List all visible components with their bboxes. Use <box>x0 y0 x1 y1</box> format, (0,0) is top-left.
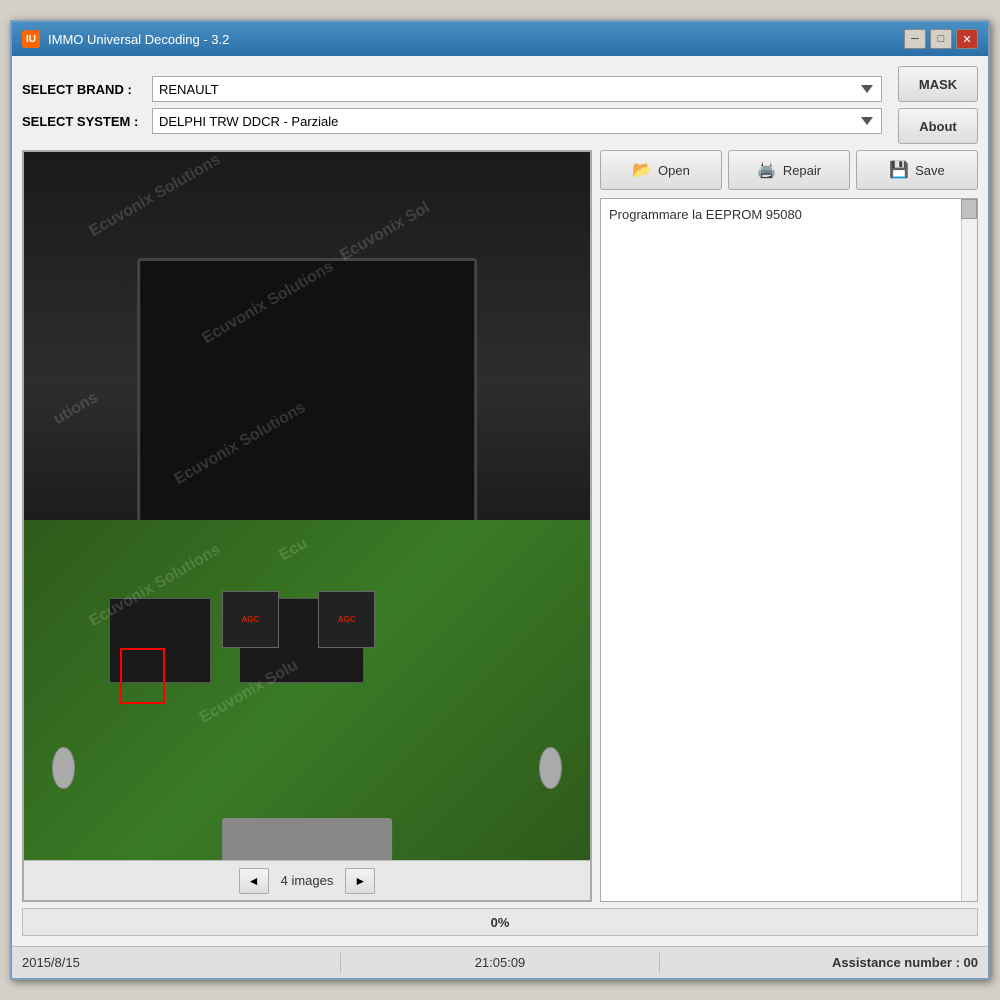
info-text: Programmare la EEPROM 95080 <box>609 207 802 222</box>
save-icon: 💾 <box>889 160 909 180</box>
content-area: SELECT BRAND : RENAULT SELECT SYSTEM : D… <box>12 56 988 946</box>
info-scrollbar[interactable] <box>961 199 977 901</box>
brand-label: SELECT BRAND : <box>22 82 142 97</box>
save-label: Save <box>915 163 945 178</box>
main-area: AGC AGC Ecuvonix Solutions Ecuvonix Solu… <box>22 150 978 902</box>
app-icon: IU <box>22 30 40 48</box>
about-button[interactable]: About <box>898 108 978 144</box>
close-button[interactable]: ✕ <box>956 29 978 49</box>
open-icon: 📂 <box>632 160 652 180</box>
repair-label: Repair <box>783 163 821 178</box>
open-button[interactable]: 📂 Open <box>600 150 722 190</box>
minimize-button[interactable]: ─ <box>904 29 926 49</box>
mask-button[interactable]: MASK <box>898 66 978 102</box>
select-rows: SELECT BRAND : RENAULT SELECT SYSTEM : D… <box>22 76 882 134</box>
brand-select-row: SELECT BRAND : RENAULT <box>22 76 882 102</box>
repair-icon: 🖨️ <box>757 160 777 180</box>
side-buttons: MASK About <box>898 66 978 144</box>
image-nav: ◄ 4 images ► <box>24 860 590 900</box>
action-buttons: 📂 Open 🖨️ Repair 💾 Save <box>600 150 978 190</box>
prev-image-button[interactable]: ◄ <box>239 868 269 894</box>
system-select-row: SELECT SYSTEM : DELPHI TRW DDCR - Parzia… <box>22 108 882 134</box>
image-panel: AGC AGC Ecuvonix Solutions Ecuvonix Solu… <box>22 150 592 902</box>
brand-dropdown[interactable]: RENAULT <box>152 76 882 102</box>
system-dropdown[interactable]: DELPHI TRW DDCR - Parziale <box>152 108 882 134</box>
title-bar: IU IMMO Universal Decoding - 3.2 ─ □ ✕ <box>12 22 988 56</box>
next-image-button[interactable]: ► <box>345 868 375 894</box>
right-panel: 📂 Open 🖨️ Repair 💾 Save Programmare la E… <box>600 150 978 902</box>
system-label: SELECT SYSTEM : <box>22 114 142 129</box>
repair-button[interactable]: 🖨️ Repair <box>728 150 850 190</box>
maximize-button[interactable]: □ <box>930 29 952 49</box>
save-button[interactable]: 💾 Save <box>856 150 978 190</box>
ecu-board-image: AGC AGC Ecuvonix Solutions Ecuvonix Solu… <box>24 152 590 860</box>
status-time: 21:05:09 <box>341 955 659 970</box>
top-controls: SELECT BRAND : RENAULT SELECT SYSTEM : D… <box>22 66 978 144</box>
status-bar: 2015/8/15 21:05:09 Assistance number : 0… <box>12 946 988 978</box>
window-title: IMMO Universal Decoding - 3.2 <box>48 32 229 47</box>
progress-area: 0% <box>22 908 978 936</box>
title-bar-left: IU IMMO Universal Decoding - 3.2 <box>22 30 229 48</box>
status-date: 2015/8/15 <box>22 955 340 970</box>
image-count-label: 4 images <box>281 873 334 888</box>
main-window: IU IMMO Universal Decoding - 3.2 ─ □ ✕ S… <box>10 20 990 980</box>
status-assistance: Assistance number : 00 <box>660 955 978 970</box>
scrollbar-thumb[interactable] <box>961 199 977 219</box>
window-controls: ─ □ ✕ <box>904 29 978 49</box>
info-panel: Programmare la EEPROM 95080 <box>600 198 978 902</box>
progress-text: 0% <box>491 915 510 930</box>
open-label: Open <box>658 163 690 178</box>
image-container: AGC AGC Ecuvonix Solutions Ecuvonix Solu… <box>24 152 590 860</box>
